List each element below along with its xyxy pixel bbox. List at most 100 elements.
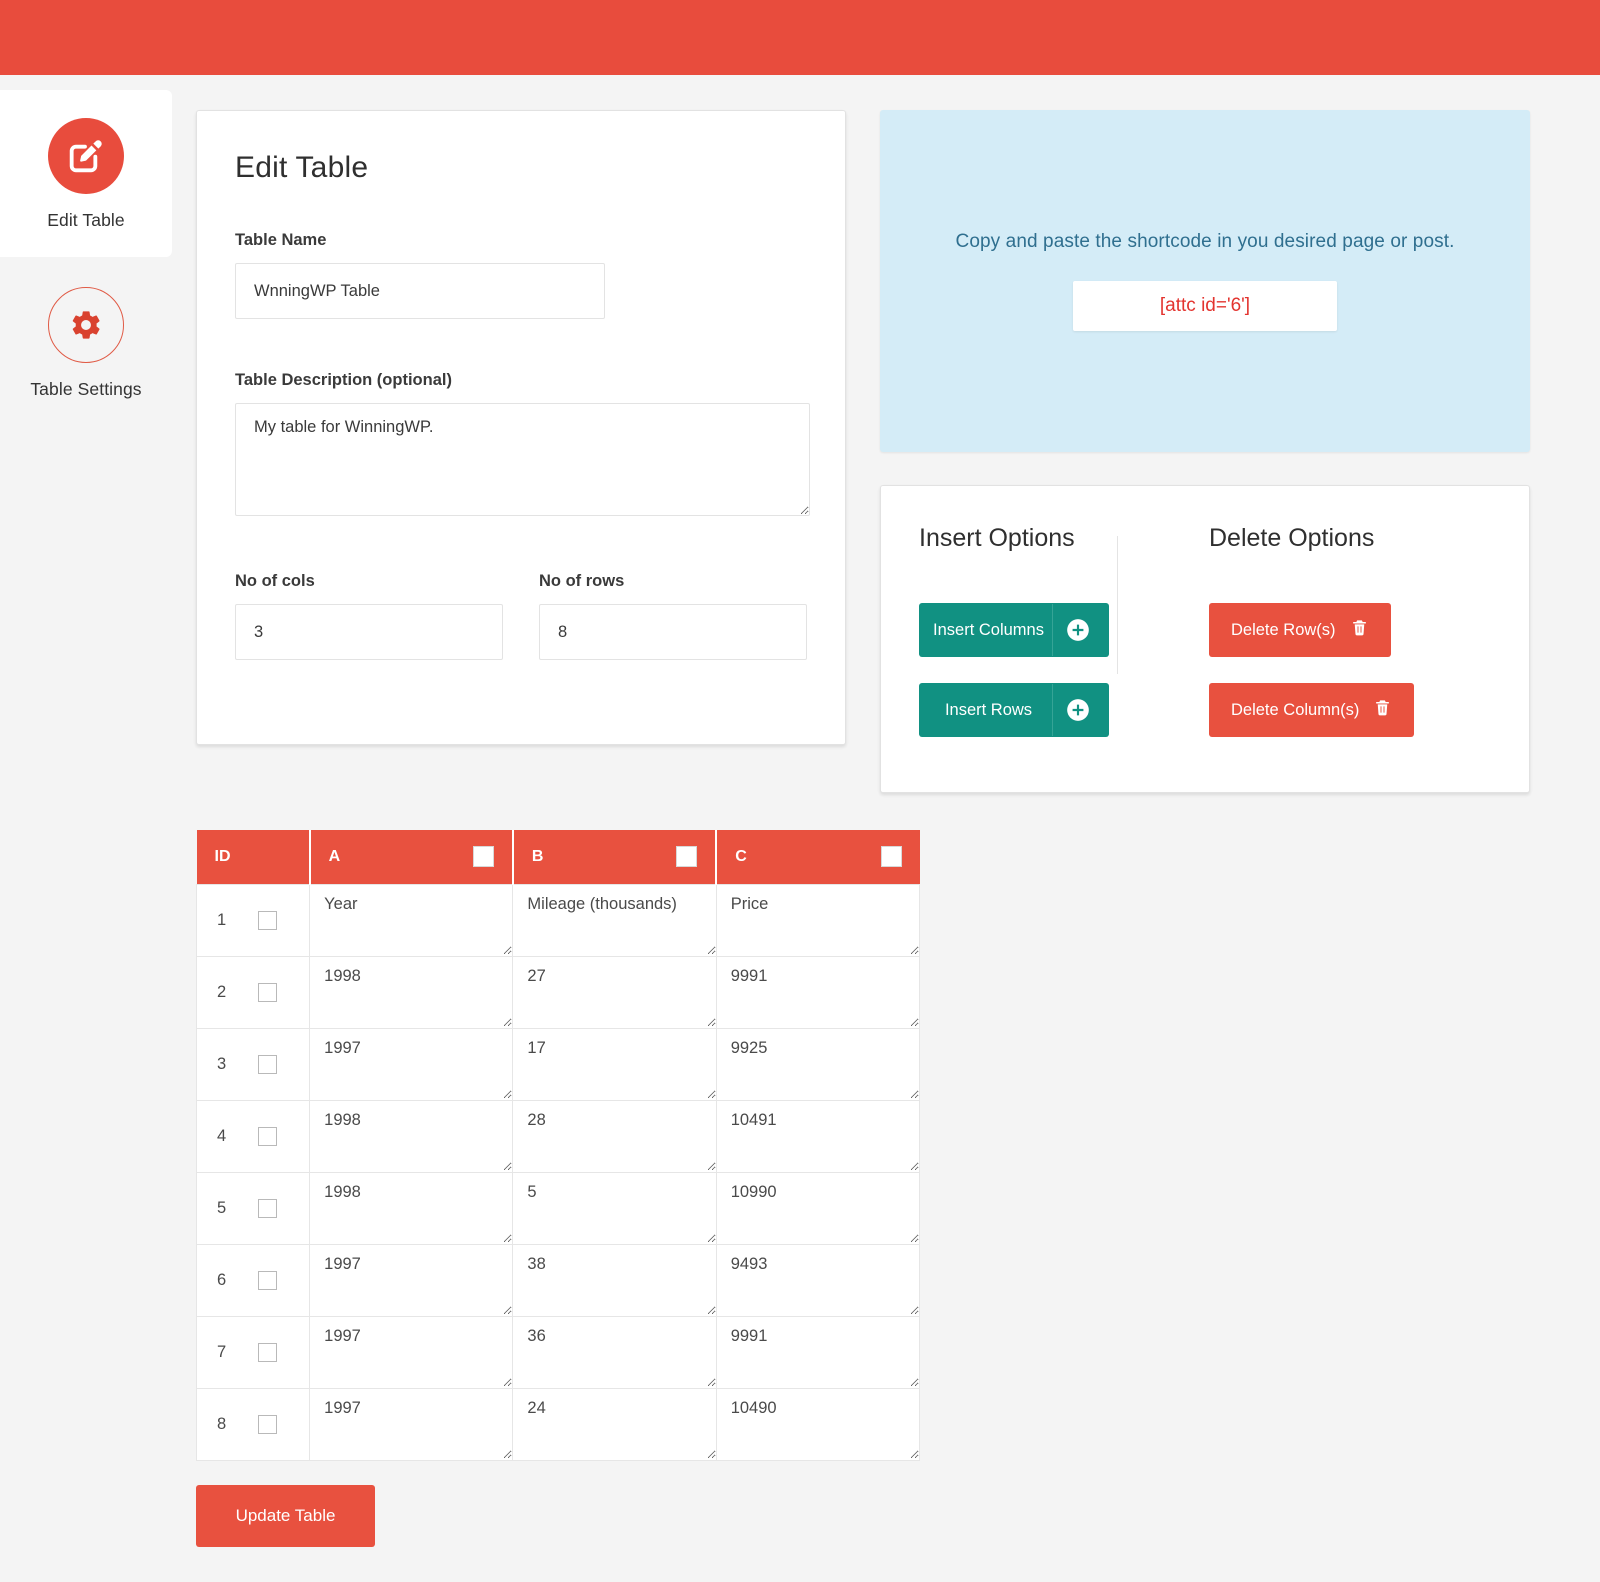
cell-input-a[interactable] xyxy=(310,1173,513,1243)
cell-input-a[interactable] xyxy=(310,957,513,1027)
options-panel: Insert Options Insert Columns Insert Row… xyxy=(880,485,1530,793)
cell-c xyxy=(715,883,921,957)
cell-input-c[interactable] xyxy=(716,1101,919,1171)
row-select-checkbox[interactable] xyxy=(258,1414,278,1434)
sidebar-item-label: Table Settings xyxy=(30,379,142,399)
sidebar-item-label: Edit Table xyxy=(47,210,125,230)
table-header: ID A B C xyxy=(196,830,920,884)
row-select-checkbox[interactable] xyxy=(258,910,278,930)
cell-input-c[interactable] xyxy=(716,1245,919,1315)
table-row: 1 xyxy=(195,883,921,957)
table-row: 6 xyxy=(195,1243,921,1317)
cell-input-b[interactable] xyxy=(513,1317,716,1387)
cell-input-c[interactable] xyxy=(716,1173,919,1243)
insert-rows-button[interactable]: Insert Rows xyxy=(919,683,1109,737)
cell-input-b[interactable] xyxy=(513,885,716,955)
table-body: 1 2 xyxy=(195,883,921,1461)
no-of-cols-input[interactable] xyxy=(235,604,503,660)
delete-options-group: Delete Options Delete Row(s) Delete Colu… xyxy=(1209,524,1415,763)
table-row: 8 xyxy=(195,1387,921,1461)
row-id-cell: 6 xyxy=(195,1243,311,1317)
shortcode-instruction: Copy and paste the shortcode in you desi… xyxy=(955,231,1455,252)
cell-input-c[interactable] xyxy=(716,1389,919,1459)
row-id-label: 4 xyxy=(217,1126,227,1145)
table-description-input[interactable] xyxy=(235,403,810,516)
row-id-label: 2 xyxy=(217,982,227,1001)
row-id-cell: 2 xyxy=(195,955,311,1029)
column-select-checkbox-b[interactable] xyxy=(676,846,698,868)
cell-a xyxy=(309,1171,514,1245)
insert-options-group: Insert Options Insert Columns Insert Row… xyxy=(919,524,1209,763)
column-select-checkbox-a[interactable] xyxy=(472,846,494,868)
cell-a xyxy=(309,955,514,1029)
delete-rows-label: Delete Row(s) xyxy=(1231,620,1336,639)
table-row: 4 xyxy=(195,1099,921,1173)
left-column: Edit Table Table Name Table Description … xyxy=(196,110,846,745)
no-of-cols-label: No of cols xyxy=(235,572,315,590)
row-select-checkbox[interactable] xyxy=(258,1126,278,1146)
table-description-label: Table Description (optional) xyxy=(235,371,452,389)
cell-input-a[interactable] xyxy=(310,1101,513,1171)
options-divider xyxy=(1117,536,1118,674)
row-id-cell: 5 xyxy=(195,1171,311,1245)
table-header-c: C xyxy=(716,830,920,884)
cell-input-c[interactable] xyxy=(716,1029,919,1099)
cell-input-b[interactable] xyxy=(513,1245,716,1315)
table-row: 2 xyxy=(195,955,921,1029)
cell-input-a[interactable] xyxy=(310,1389,513,1459)
cell-input-b[interactable] xyxy=(513,1101,716,1171)
table-name-input[interactable] xyxy=(235,263,605,319)
row-select-checkbox[interactable] xyxy=(258,1198,278,1218)
no-of-rows-group: No of rows xyxy=(539,572,807,660)
row-select-checkbox[interactable] xyxy=(258,1054,278,1074)
row-select-checkbox[interactable] xyxy=(258,1342,278,1362)
row-id-label: 8 xyxy=(217,1414,227,1433)
delete-rows-button[interactable]: Delete Row(s) xyxy=(1209,603,1391,657)
trash-icon xyxy=(1373,698,1392,722)
sidebar-item-edit-table[interactable]: Edit Table xyxy=(0,90,172,257)
cell-input-c[interactable] xyxy=(716,957,919,1027)
cell-b xyxy=(512,1315,717,1389)
cell-input-a[interactable] xyxy=(310,1029,513,1099)
delete-options-heading: Delete Options xyxy=(1209,524,1375,552)
no-of-rows-input[interactable] xyxy=(539,604,807,660)
insert-rows-label: Insert Rows xyxy=(925,684,1053,736)
cell-input-b[interactable] xyxy=(513,1029,716,1099)
sidebar-item-table-settings[interactable]: Table Settings xyxy=(0,257,172,424)
cell-a xyxy=(309,883,514,957)
row-id-label: 7 xyxy=(217,1342,227,1361)
cell-a xyxy=(309,1099,514,1173)
row-id-cell: 4 xyxy=(195,1099,311,1173)
cell-b xyxy=(512,1099,717,1173)
cell-input-b[interactable] xyxy=(513,1173,716,1243)
delete-columns-button[interactable]: Delete Column(s) xyxy=(1209,683,1415,737)
insert-options-heading: Insert Options xyxy=(919,524,1075,552)
update-table-button[interactable]: Update Table xyxy=(196,1485,375,1547)
right-column: Copy and paste the shortcode in you desi… xyxy=(880,110,1530,793)
cell-input-b[interactable] xyxy=(513,957,716,1027)
cell-input-c[interactable] xyxy=(716,1317,919,1387)
row-select-checkbox[interactable] xyxy=(258,1270,278,1290)
cell-c xyxy=(715,1171,921,1245)
column-select-checkbox-c[interactable] xyxy=(880,846,902,868)
row-id-cell: 8 xyxy=(195,1387,311,1461)
row-select-checkbox[interactable] xyxy=(258,982,278,1002)
shortcode-value[interactable]: [attc id='6'] xyxy=(1073,281,1337,331)
cell-input-a[interactable] xyxy=(310,885,513,955)
shortcode-panel: Copy and paste the shortcode in you desi… xyxy=(880,110,1530,452)
cell-input-c[interactable] xyxy=(716,885,919,955)
cell-a xyxy=(309,1243,514,1317)
cell-input-a[interactable] xyxy=(310,1317,513,1387)
cell-input-b[interactable] xyxy=(513,1389,716,1459)
row-id-label: 6 xyxy=(217,1270,227,1289)
cell-input-a[interactable] xyxy=(310,1245,513,1315)
page-title: Edit Table xyxy=(235,151,369,184)
row-id-label: 1 xyxy=(217,910,227,929)
cell-b xyxy=(512,1027,717,1101)
insert-columns-button[interactable]: Insert Columns xyxy=(919,603,1109,657)
table-header-label: A xyxy=(328,847,341,865)
cell-c xyxy=(715,1099,921,1173)
plus-circle-icon xyxy=(1053,604,1103,656)
row-id-label: 5 xyxy=(217,1198,227,1217)
cell-a xyxy=(309,1387,514,1461)
